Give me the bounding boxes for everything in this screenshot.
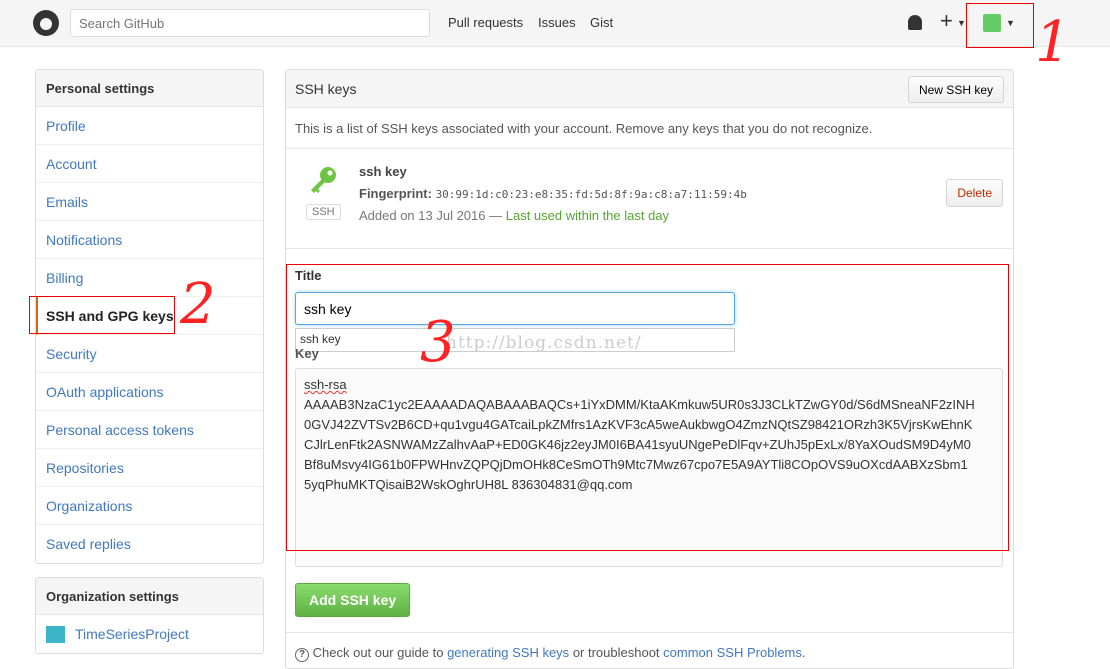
- plus-icon[interactable]: +: [940, 8, 953, 34]
- sidebar-item-saved-replies[interactable]: Saved replies: [36, 525, 263, 563]
- github-logo-icon[interactable]: [33, 10, 59, 36]
- fingerprint: 30:99:1d:c0:23:e8:35:fd:5d:8f:9a:c8:a7:1…: [435, 188, 747, 201]
- ssh-badge: SSH: [306, 204, 341, 220]
- delete-key-button[interactable]: Delete: [946, 179, 1003, 207]
- search-input[interactable]: [70, 9, 430, 37]
- annotation-1: 1: [1035, 10, 1071, 75]
- organization-settings-menu: Organization settings TimeSeriesProject: [35, 577, 264, 654]
- added-date: Added on 13 Jul 2016 —: [359, 208, 503, 223]
- nav-pull-requests[interactable]: Pull requests: [448, 15, 523, 30]
- sidebar-title: Personal settings: [36, 70, 263, 107]
- annotation-2: 2: [180, 272, 216, 337]
- footer-prefix: Check out our guide to: [312, 645, 444, 660]
- sidebar-item-security[interactable]: Security: [36, 335, 263, 373]
- sidebar-item-oauth-applications[interactable]: OAuth applications: [36, 373, 263, 411]
- org-item[interactable]: TimeSeriesProject: [36, 615, 263, 653]
- annotation-box-2: [29, 296, 175, 334]
- org-name: TimeSeriesProject: [75, 626, 189, 642]
- sidebar-item-organizations[interactable]: Organizations: [36, 487, 263, 525]
- key-icon: [308, 166, 338, 194]
- annotation-box-1: [966, 3, 1034, 48]
- sidebar-item-notifications[interactable]: Notifications: [36, 221, 263, 259]
- key-name: ssh key: [359, 164, 407, 179]
- organization-icon: [46, 625, 65, 643]
- page-title: SSH keys: [286, 70, 1013, 108]
- sidebar-item-repositories[interactable]: Repositories: [36, 449, 263, 487]
- sidebar-item-billing[interactable]: Billing: [36, 259, 263, 297]
- description: This is a list of SSH keys associated wi…: [295, 121, 873, 136]
- generating-ssh-keys-link[interactable]: generating SSH keys: [447, 645, 569, 660]
- footer-suffix: .: [801, 645, 806, 660]
- help-icon: ?: [295, 648, 309, 662]
- add-ssh-key-button[interactable]: Add SSH key: [295, 583, 411, 617]
- annotation-box-3: [286, 264, 1009, 551]
- chevron-down-icon: ▼: [957, 18, 966, 28]
- org-title: Organization settings: [36, 578, 263, 615]
- sidebar-item-account[interactable]: Account: [36, 145, 263, 183]
- fingerprint-label: Fingerprint:: [359, 186, 432, 201]
- nav-gist[interactable]: Gist: [590, 15, 613, 30]
- nav-issues[interactable]: Issues: [538, 15, 576, 30]
- footer-middle: or troubleshoot: [572, 645, 660, 660]
- annotation-3: 3: [420, 310, 456, 375]
- common-ssh-problems-link[interactable]: common SSH Problems: [663, 645, 802, 660]
- sidebar-item-profile[interactable]: Profile: [36, 107, 263, 145]
- sidebar-item-personal-access-tokens[interactable]: Personal access tokens: [36, 411, 263, 449]
- bell-icon[interactable]: [908, 15, 922, 30]
- header: Pull requests Issues Gist + ▼ ▼: [0, 0, 1110, 47]
- last-used: Last used within the last day: [505, 208, 670, 223]
- new-ssh-key-button[interactable]: New SSH key: [907, 76, 1004, 103]
- sidebar-item-emails[interactable]: Emails: [36, 183, 263, 221]
